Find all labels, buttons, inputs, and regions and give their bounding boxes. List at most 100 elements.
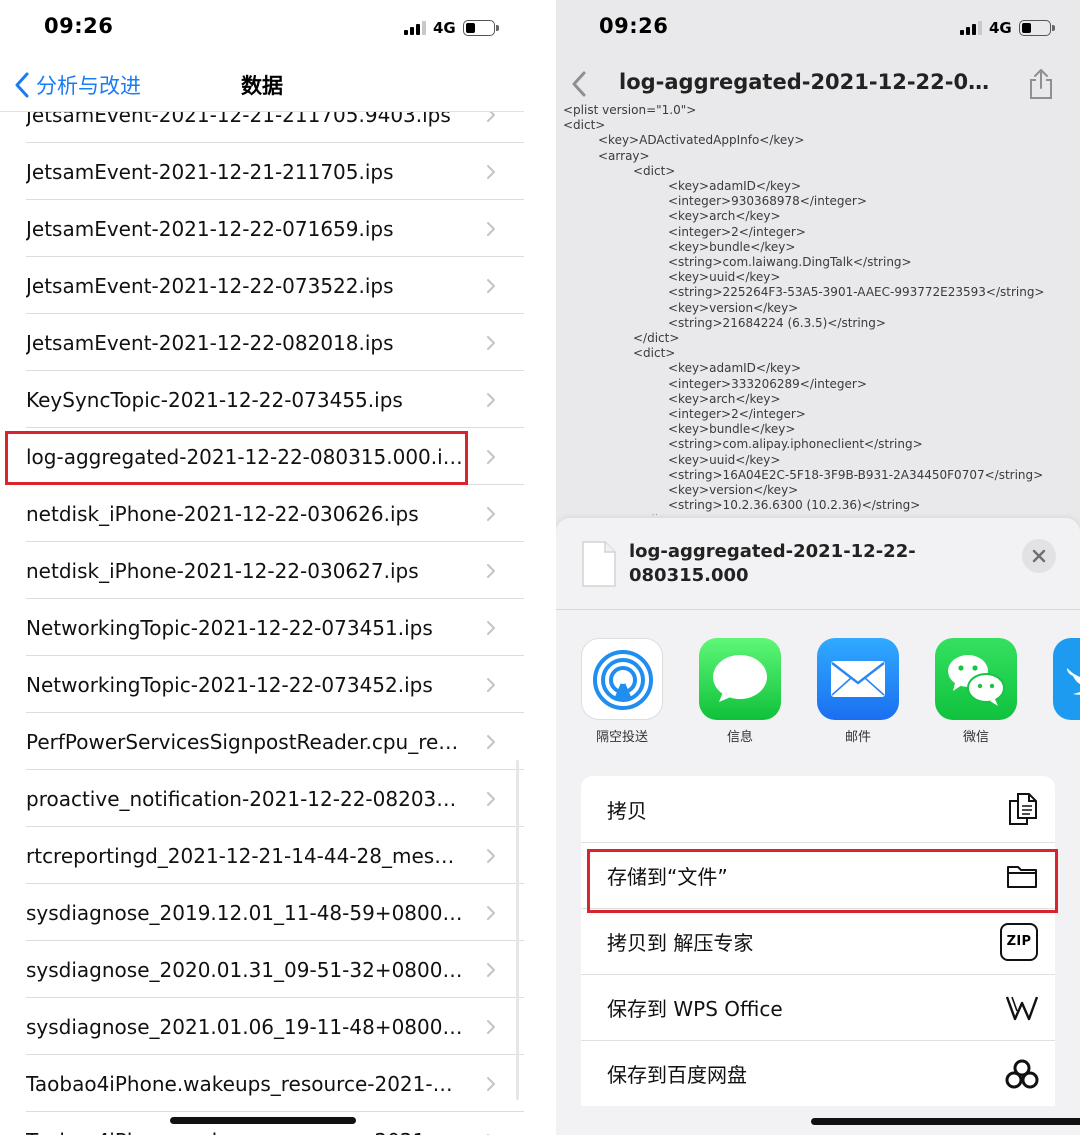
- file-row[interactable]: sysdiagnose_2021.01.06_19-11-48+0800_iP.…: [0, 998, 524, 1055]
- home-indicator[interactable]: [811, 1118, 1080, 1125]
- back-button[interactable]: [571, 71, 587, 97]
- file-name: JetsamEvent-2021-12-22-071659.ips: [26, 216, 394, 241]
- file-row[interactable]: sysdiagnose_2020.01.31_09-51-32+0800_i..…: [0, 941, 524, 998]
- file-name: NetworkingTopic-2021-12-22-073451.ips: [26, 615, 433, 640]
- share-sheet-header: log-aggregated-2021-12-22-080315.000: [556, 518, 1080, 610]
- status-bar: 09:26 4G: [0, 0, 524, 56]
- page-title: 数据: [241, 74, 283, 98]
- xml-line: <key>adamID</key>: [668, 361, 802, 376]
- chevron-right-icon: [487, 506, 495, 521]
- copy-icon: [1005, 792, 1039, 826]
- chevron-right-icon: [487, 1076, 495, 1091]
- network-type: 4G: [989, 19, 1012, 37]
- xml-line: <key>adamID</key>: [668, 179, 802, 194]
- action-copy-to-unzip-expert[interactable]: 拷贝到 解压专家 ZIP: [581, 908, 1055, 974]
- file-row[interactable]: PerfPowerServicesSignpostReader.cpu_reso…: [0, 713, 524, 770]
- file-row[interactable]: JetsamEvent-2021-12-21-211705.ips: [0, 143, 524, 200]
- file-name: Taobao4iPhone.wakeups_resource-2021-12..…: [26, 1071, 464, 1096]
- xml-line: <string>16A04E2C-5F18-3F9B-B931-2A34450F…: [668, 467, 1044, 482]
- file-row[interactable]: JetsamEvent-2021-12-22-082018.ips: [0, 314, 524, 371]
- file-row[interactable]: JetsamEvent-2021-12-22-073522.ips: [0, 257, 524, 314]
- xml-line: <dict>: [563, 118, 606, 133]
- file-row[interactable]: KeySyncTopic-2021-12-22-073455.ips: [0, 371, 524, 428]
- share-icon[interactable]: [1028, 68, 1054, 100]
- xml-line: <key>arch</key>: [668, 391, 781, 406]
- app-wechat[interactable]: 微信: [934, 638, 1018, 745]
- mail-icon: [817, 638, 899, 720]
- wechat-icon: [935, 638, 1017, 720]
- xml-line: <dict>: [633, 163, 676, 178]
- action-save-to-baidu-pan[interactable]: 保存到百度网盘: [581, 1040, 1055, 1106]
- file-name: PerfPowerServicesSignpostReader.cpu_reso…: [26, 729, 464, 754]
- file-name: Taobao4iPhone.wakeups_resource-2021-12..…: [26, 1129, 464, 1135]
- chevron-right-icon: [487, 791, 495, 806]
- close-button[interactable]: [1022, 539, 1056, 573]
- file-row[interactable]: netdisk_iPhone-2021-12-22-030627.ips: [0, 542, 524, 599]
- chevron-right-icon: [487, 962, 495, 977]
- file-name: JetsamEvent-2021-12-22-082018.ips: [26, 330, 394, 355]
- airdrop-icon: [581, 638, 663, 720]
- signal-icon: [404, 21, 426, 35]
- baidu-pan-icon: [1005, 1057, 1039, 1091]
- file-row[interactable]: Taobao4iPhone.wakeups_resource-2021-12..…: [0, 1055, 524, 1112]
- chevron-right-icon: [487, 392, 495, 407]
- file-name: sysdiagnose_2020.01.31_09-51-32+0800_i..…: [26, 957, 464, 982]
- wps-icon: [1005, 991, 1039, 1025]
- zip-icon: ZIP: [999, 922, 1039, 962]
- file-row[interactable]: sysdiagnose_2019.12.01_11-48-59+0800_iP.…: [0, 884, 524, 941]
- chevron-right-icon: [487, 905, 495, 920]
- action-save-to-wps[interactable]: 保存到 WPS Office: [581, 974, 1055, 1040]
- file-row[interactable]: proactive_notification-2021-12-22-082034…: [0, 770, 524, 827]
- share-apps-row: 隔空投送 信息 邮件 微信: [556, 638, 1080, 748]
- file-name: rtcreportingd_2021-12-21-14-44-28_messa.…: [26, 843, 464, 868]
- battery-icon: [1018, 20, 1055, 36]
- action-copy[interactable]: 拷贝: [581, 776, 1055, 842]
- xml-line: <integer>333206289</integer>: [668, 376, 867, 391]
- right-phone-screen: 09:26 4G log-aggregated-2021-12-22-08031…: [556, 0, 1080, 1135]
- chevron-right-icon: [487, 221, 495, 236]
- xml-line: <string>21684224 (6.3.5)</string>: [668, 315, 886, 330]
- xml-line: <key>version</key>: [668, 483, 799, 498]
- app-messages[interactable]: 信息: [698, 638, 782, 745]
- file-name: JetsamEvent-2021-12-22-073522.ips: [26, 273, 394, 298]
- nav-bar: 分析与改进 数据: [0, 56, 524, 112]
- xml-line: <string>225264F3-53A5-3901-AAEC-993772E2…: [668, 285, 1045, 300]
- file-row[interactable]: netdisk_iPhone-2021-12-22-030626.ips: [0, 485, 524, 542]
- twitter-icon: [1053, 638, 1080, 720]
- network-type: 4G: [433, 19, 456, 37]
- xml-line: <integer>2</integer>: [668, 224, 806, 239]
- chevron-right-icon: [487, 620, 495, 635]
- xml-line: <key>bundle</key>: [668, 422, 796, 437]
- file-name: netdisk_iPhone-2021-12-22-030626.ips: [26, 501, 419, 526]
- file-row[interactable]: NetworkingTopic-2021-12-22-073452.ips: [0, 656, 524, 713]
- share-sheet: log-aggregated-2021-12-22-080315.000 隔空投…: [556, 518, 1080, 1135]
- file-row[interactable]: JetsamEvent-2021-12-22-071659.ips: [0, 200, 524, 257]
- file-row[interactable]: rtcreportingd_2021-12-21-14-44-28_messa.…: [0, 827, 524, 884]
- status-bar: 09:26 4G: [556, 0, 1080, 56]
- xml-line: <key>arch</key>: [668, 209, 781, 224]
- close-icon: [1032, 549, 1046, 563]
- scrollbar[interactable]: [516, 760, 519, 1100]
- file-name: sysdiagnose_2021.01.06_19-11-48+0800_iP.…: [26, 1014, 464, 1039]
- xml-line: <string>com.alipay.iphoneclient</string>: [668, 437, 923, 452]
- file-list: JetsamEvent-2021-12-21-211705.9403.ips Je…: [0, 86, 524, 1135]
- app-mail[interactable]: 邮件: [816, 638, 900, 745]
- file-name: log-aggregated-2021-12-22-080315.000: [629, 541, 916, 586]
- xml-line: <integer>2</integer>: [668, 407, 806, 422]
- xml-line: <key>uuid</key>: [668, 452, 781, 467]
- app-twitter[interactable]: [1052, 638, 1080, 726]
- chevron-right-icon: [487, 1019, 495, 1034]
- document-icon: [582, 541, 616, 587]
- document-title: log-aggregated-2021-12-22-08031...: [619, 70, 999, 94]
- divider: [524, 0, 556, 1135]
- file-row[interactable]: NetworkingTopic-2021-12-22-073451.ips: [0, 599, 524, 656]
- xml-line: <key>uuid</key>: [668, 270, 781, 285]
- app-airdrop[interactable]: 隔空投送: [580, 638, 664, 745]
- xml-line: <key>ADActivatedAppInfo</key>: [598, 133, 805, 148]
- chevron-right-icon: [487, 734, 495, 749]
- chevron-right-icon: [487, 335, 495, 350]
- home-indicator[interactable]: [170, 1117, 356, 1124]
- xml-line: <string>com.laiwang.DingTalk</string>: [668, 255, 912, 270]
- messages-icon: [699, 638, 781, 720]
- chevron-right-icon: [487, 449, 495, 464]
